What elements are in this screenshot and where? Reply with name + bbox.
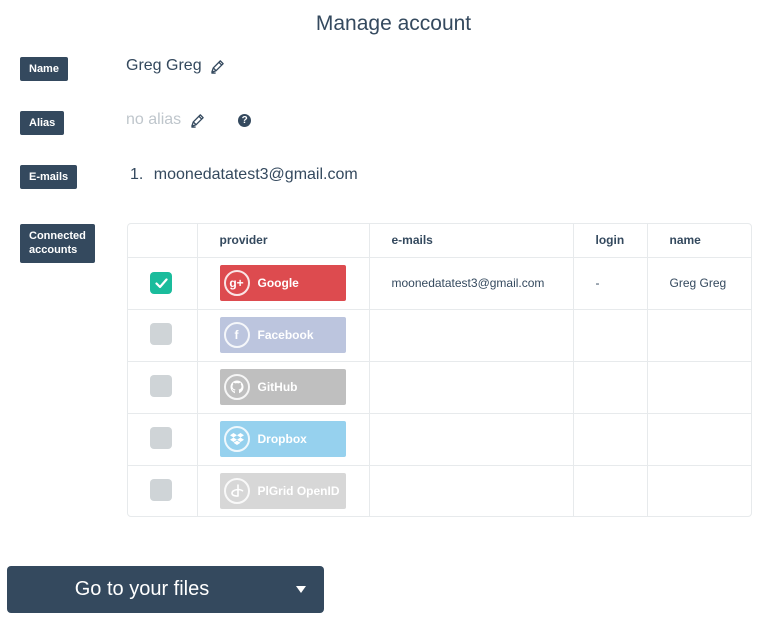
table-row: Dropbox [128, 413, 751, 466]
row-login: - [573, 257, 648, 310]
edit-name-pencil-icon[interactable] [209, 57, 227, 75]
emails-label: E-mails [20, 165, 78, 190]
row-name: Greg Greg [647, 257, 751, 310]
go-to-files-label: Go to your files [74, 578, 210, 600]
provider-label: Dropbox [257, 432, 307, 446]
row-login [573, 465, 648, 516]
connected-label-line1: Connected [29, 230, 86, 242]
row-email [369, 361, 574, 414]
table-row: f Facebook [128, 309, 751, 362]
row-name [647, 413, 751, 466]
provider-checkbox[interactable] [150, 426, 172, 449]
email-index: 1. [130, 166, 144, 183]
row-email: moonedatatest3@gmail.com [369, 257, 574, 310]
connected-label-line2: accounts [29, 244, 78, 257]
edit-alias-pencil-icon[interactable] [188, 111, 206, 129]
page-title: Manage account [315, 12, 472, 35]
google-provider-button[interactable]: g+ Google [219, 265, 346, 301]
provider-checkbox[interactable] [150, 478, 172, 501]
row-name [647, 309, 751, 362]
provider-checkbox[interactable] [150, 322, 172, 345]
provider-checkbox[interactable] [150, 374, 172, 397]
row-email [369, 309, 574, 362]
row-name [647, 465, 751, 516]
name-value: Greg Greg [126, 57, 202, 74]
go-to-files-button[interactable]: Go to your files [7, 566, 324, 613]
header-check [128, 224, 198, 258]
facebook-provider-button[interactable]: f Facebook [219, 317, 346, 353]
alias-label: Alias [20, 111, 65, 136]
connected-accounts-table: provider e-mails login name g+ Google mo… [127, 223, 752, 517]
table-header-row: provider e-mails login name [128, 224, 751, 258]
alias-row: no alias ? [126, 111, 252, 129]
github-icon [223, 374, 250, 400]
table-row: g+ Google moonedatatest3@gmail.com - Gre… [128, 257, 751, 310]
row-login [573, 413, 648, 466]
name-label: Name [20, 57, 68, 82]
dropbox-provider-button[interactable]: Dropbox [219, 421, 346, 457]
provider-label: Facebook [257, 328, 314, 342]
caret-down-icon[interactable] [296, 586, 306, 593]
provider-label: Google [257, 276, 299, 290]
dropbox-icon [223, 426, 250, 452]
connected-accounts-label: Connected accounts [20, 224, 95, 263]
header-login: login [573, 224, 648, 258]
openid-icon [223, 478, 250, 505]
google-plus-icon: g+ [223, 270, 250, 296]
row-login [573, 361, 648, 414]
provider-label: PlGrid OpenID [257, 484, 340, 499]
facebook-icon: f [223, 322, 250, 348]
header-name: name [647, 224, 751, 258]
emails-list: 1. moonedatatest3@gmail.com [130, 166, 358, 184]
row-email [369, 413, 574, 466]
header-provider: provider [197, 224, 370, 258]
row-name [647, 361, 751, 414]
provider-label: GitHub [257, 380, 298, 394]
table-row: GitHub [128, 361, 751, 414]
provider-checkbox[interactable] [150, 272, 172, 294]
alias-value: no alias [126, 111, 182, 128]
row-email [369, 465, 574, 516]
row-login [573, 309, 648, 362]
email-address: moonedatatest3@gmail.com [153, 166, 358, 183]
alias-help-icon[interactable]: ? [238, 113, 252, 127]
plgrid-openid-provider-button[interactable]: PlGrid OpenID [219, 473, 346, 510]
name-row: Greg Greg [126, 57, 227, 75]
header-emails: e-mails [369, 224, 574, 258]
github-provider-button[interactable]: GitHub [219, 369, 346, 405]
table-row: PlGrid OpenID [128, 465, 751, 516]
